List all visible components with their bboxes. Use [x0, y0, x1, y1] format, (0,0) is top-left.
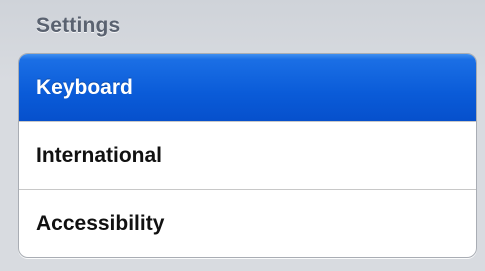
list-item-label: International	[36, 143, 163, 167]
list-item-keyboard[interactable]: Keyboard	[19, 54, 476, 121]
settings-list: Keyboard International Accessibility	[18, 53, 477, 258]
list-item-label: Accessibility	[36, 211, 165, 235]
section-title: Settings	[36, 14, 121, 37]
list-item-international[interactable]: International	[19, 121, 476, 189]
list-item-accessibility[interactable]: Accessibility	[19, 189, 476, 257]
list-item-label: Keyboard	[36, 75, 133, 99]
